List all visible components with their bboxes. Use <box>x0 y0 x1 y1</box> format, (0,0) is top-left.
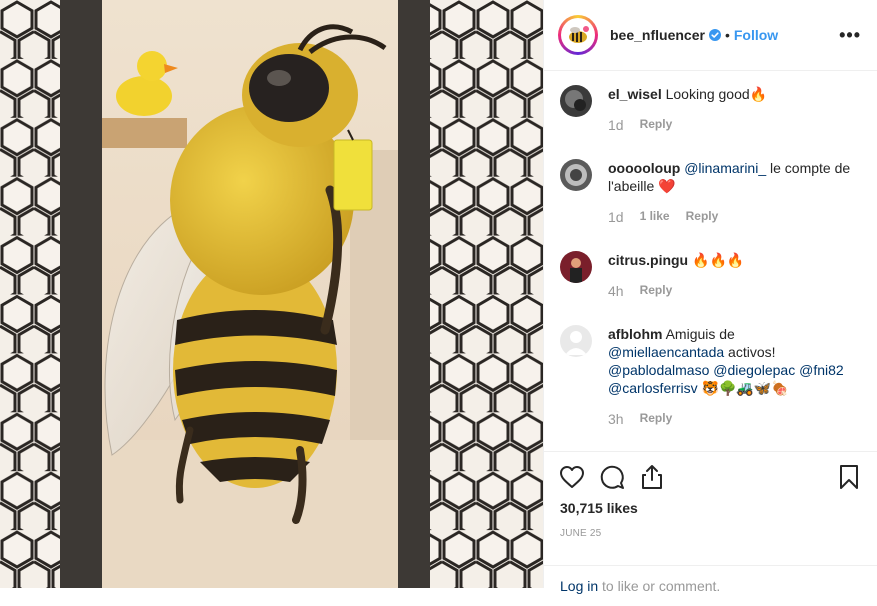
comment-time[interactable]: 1d <box>608 209 624 225</box>
reply-button[interactable]: Reply <box>686 209 719 225</box>
author-avatar[interactable] <box>558 15 598 55</box>
share-icon[interactable] <box>638 463 666 491</box>
post-header: bee_nfluencer • Follow ••• <box>544 0 877 71</box>
comment-mention[interactable]: @fni82 <box>799 362 844 378</box>
comment-item: citrus.pingu 🔥🔥🔥 4h Reply <box>560 251 863 299</box>
comment-time[interactable]: 1d <box>608 117 624 133</box>
reply-button[interactable]: Reply <box>640 283 673 299</box>
comment-text: Looking good🔥 <box>665 86 768 102</box>
post-side-panel: bee_nfluencer • Follow ••• el_wisel Look… <box>543 0 877 594</box>
bee-avatar-icon <box>569 26 589 43</box>
commenter-avatar[interactable] <box>560 159 592 191</box>
follow-button[interactable]: Follow <box>734 27 778 43</box>
login-prompt-text: to like or comment. <box>598 578 721 594</box>
verified-icon <box>708 29 721 41</box>
comment-text: activos! <box>724 344 776 360</box>
comment-mention[interactable]: @pablodalmaso <box>608 362 709 378</box>
comment-mention[interactable]: @diegolepac <box>713 362 795 378</box>
comment-item: el_wisel Looking good🔥 1d Reply <box>560 85 863 133</box>
comment-username[interactable]: citrus.pingu <box>608 252 688 268</box>
post-actions: 30,715 likes JUNE 25 Log in to like or c… <box>544 451 877 594</box>
comment-list[interactable]: el_wisel Looking good🔥 1d Reply ooooolou… <box>544 71 877 451</box>
reply-button[interactable]: Reply <box>640 117 673 133</box>
comment-icon[interactable] <box>598 463 626 491</box>
heart-icon[interactable] <box>558 463 586 491</box>
comment-username[interactable]: oooooloup <box>608 160 680 176</box>
comment-item: afblohm Amiguis de @miellaencantada acti… <box>560 325 863 427</box>
comment-username[interactable]: el_wisel <box>608 86 662 102</box>
comment-time[interactable]: 3h <box>608 411 624 427</box>
comment-emojis: 🐯🌳🚜🦋🍖 <box>701 380 789 396</box>
reply-button[interactable]: Reply <box>640 411 673 427</box>
comment-username[interactable]: afblohm <box>608 326 662 342</box>
comment-mention[interactable]: @carlosferrisv <box>608 380 698 396</box>
commenter-avatar[interactable] <box>560 325 592 357</box>
likes-count[interactable]: 30,715 likes <box>560 500 877 516</box>
comment-mention[interactable]: @linamarini_ <box>684 160 766 176</box>
bookmark-icon[interactable] <box>835 463 863 491</box>
comment-item: oooooloup @linamarini_ le compte de l'ab… <box>560 159 863 225</box>
commenter-avatar[interactable] <box>560 251 592 283</box>
header-separator: • <box>724 27 730 43</box>
comment-time[interactable]: 4h <box>608 283 624 299</box>
comment-text: Amiguis de <box>665 326 735 342</box>
bee-image <box>0 0 543 588</box>
post-photo[interactable] <box>0 0 543 588</box>
commenter-avatar[interactable] <box>560 85 592 117</box>
comment-likes[interactable]: 1 like <box>640 209 670 225</box>
comment-text: 🔥🔥🔥 <box>692 252 745 268</box>
post-date[interactable]: JUNE 25 <box>560 528 877 539</box>
login-link[interactable]: Log in <box>560 578 598 594</box>
more-options-icon[interactable]: ••• <box>839 26 861 44</box>
author-username[interactable]: bee_nfluencer <box>610 27 705 43</box>
login-prompt: Log in to like or comment. <box>544 565 877 606</box>
comment-mention[interactable]: @miellaencantada <box>608 344 724 360</box>
